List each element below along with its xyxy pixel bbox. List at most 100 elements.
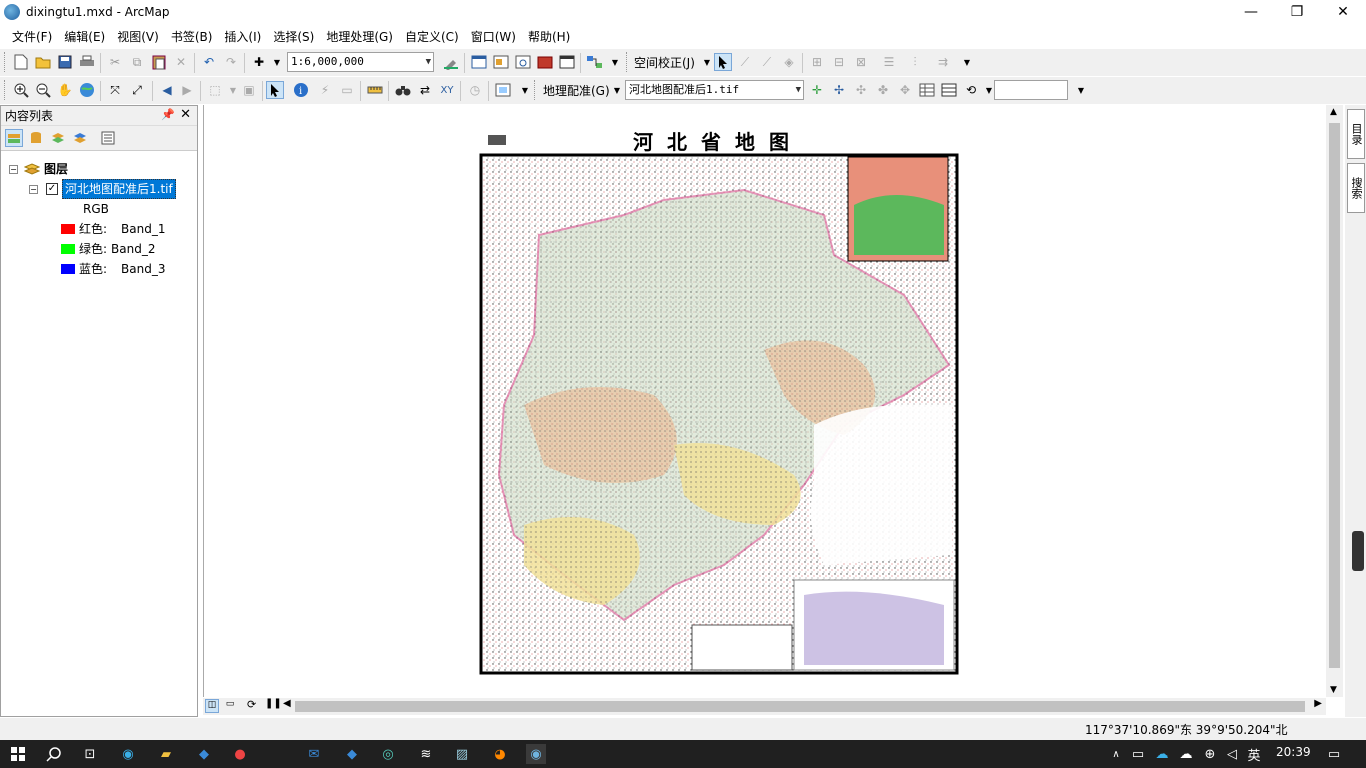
edge-browser-icon[interactable]: ◉ xyxy=(118,744,138,764)
menu-customize[interactable]: 自定义(C) xyxy=(399,27,465,47)
undo-icon[interactable]: ↶ xyxy=(200,53,218,71)
new-limited-adjustment-area-icon[interactable]: ⊟ xyxy=(830,53,848,71)
zoom-in-icon[interactable] xyxy=(12,81,30,99)
layer-visibility-checkbox[interactable]: ✓ xyxy=(46,183,58,195)
menu-view[interactable]: 视图(V) xyxy=(111,27,165,47)
pinned-app-2-icon[interactable]: ◆ xyxy=(342,744,362,764)
select-features-icon[interactable]: ⬚ xyxy=(206,81,224,99)
menu-help[interactable]: 帮助(H) xyxy=(522,27,576,47)
toolbar-grip[interactable] xyxy=(4,52,7,72)
task-view-icon[interactable]: ⊡ xyxy=(80,744,100,764)
arcmap-taskbar-icon[interactable]: ◉ xyxy=(526,744,546,764)
collapse-icon[interactable]: − xyxy=(9,164,18,174)
windows-start-icon[interactable] xyxy=(8,744,28,764)
print-icon[interactable] xyxy=(78,53,96,71)
view-link-table-icon[interactable]: ☰ xyxy=(880,53,898,71)
menu-bookmarks[interactable]: 书签(B) xyxy=(165,27,219,47)
spatial-adjustment-menu[interactable]: 空间校正(J) xyxy=(634,53,695,73)
taskbar-clock[interactable]: 20:39 xyxy=(1276,745,1311,759)
table-of-contents-icon[interactable] xyxy=(470,53,488,71)
modify-link-icon[interactable]: ⟋ xyxy=(758,53,776,71)
paste-icon[interactable] xyxy=(150,53,168,71)
menu-selection[interactable]: 选择(S) xyxy=(267,27,320,47)
new-identity-link-icon[interactable]: ⊞ xyxy=(808,53,826,71)
scroll-up-icon[interactable]: ▲ xyxy=(1330,107,1337,117)
file-explorer-icon[interactable]: ▰ xyxy=(156,744,176,764)
catalog-window-icon[interactable] xyxy=(492,53,510,71)
list-by-selection-icon[interactable] xyxy=(71,129,89,147)
select-elements-icon[interactable] xyxy=(714,53,732,71)
scale-icon[interactable]: ✤ xyxy=(874,81,892,99)
refresh-icon[interactable]: ⟳ xyxy=(247,698,256,711)
toolbar-overflow-icon[interactable]: ▼ xyxy=(516,81,534,99)
data-view-icon[interactable]: ◫ xyxy=(205,699,219,713)
cloud-sync-icon[interactable]: ☁ xyxy=(1152,744,1172,764)
shift-icon[interactable]: ✣ xyxy=(852,81,870,99)
globe-icon[interactable]: ⊕ xyxy=(1200,744,1220,764)
toolbar-overflow-icon[interactable]: ▼ xyxy=(1072,81,1090,99)
pin-icon[interactable]: 📌 xyxy=(161,108,175,121)
delete-icon[interactable]: ✕ xyxy=(172,53,190,71)
hyperlink-icon[interactable]: ⚡ xyxy=(316,81,334,99)
arctoolbox-icon[interactable] xyxy=(536,53,554,71)
redo-icon[interactable]: ↷ xyxy=(222,53,240,71)
modelbuilder-icon[interactable] xyxy=(586,53,604,71)
rotation-angle-input[interactable] xyxy=(994,80,1068,100)
auto-registration-icon[interactable]: ✥ xyxy=(896,81,914,99)
toolbar-overflow-icon[interactable]: ▼ xyxy=(958,53,976,71)
adjust-icon[interactable]: ⫶ xyxy=(906,53,924,71)
georeferencing-dropdown-icon[interactable]: ▼ xyxy=(608,81,626,99)
layers-node[interactable]: − 图层 xyxy=(9,159,68,179)
html-popup-icon[interactable]: ▭ xyxy=(338,81,356,99)
menu-insert[interactable]: 插入(I) xyxy=(218,27,267,47)
pinned-app-3-icon[interactable]: ◎ xyxy=(378,744,398,764)
volume-icon[interactable]: ◁ xyxy=(1222,744,1242,764)
list-by-visibility-icon[interactable] xyxy=(49,129,67,147)
clear-selected-features-icon[interactable]: ▣ xyxy=(240,81,258,99)
layer-name[interactable]: 河北地图配准后1.tif xyxy=(62,179,176,199)
scroll-right-icon[interactable]: ▶ xyxy=(1314,698,1322,709)
attribute-transfer-icon[interactable]: ⇉ xyxy=(934,53,952,71)
list-by-drawing-order-icon[interactable] xyxy=(5,129,23,147)
menu-file[interactable]: 文件(F) xyxy=(6,27,58,47)
collapse-icon[interactable]: − xyxy=(29,184,38,194)
search-icon[interactable] xyxy=(44,744,64,764)
go-to-xy-icon[interactable]: XY xyxy=(438,81,456,99)
rotate-icon[interactable]: ✛ xyxy=(808,81,826,99)
maximize-button[interactable]: ❐ xyxy=(1274,0,1320,24)
search-window-icon[interactable] xyxy=(514,53,532,71)
layer-item[interactable]: − ✓ 河北地图配准后1.tif xyxy=(29,179,176,199)
map-scale-combo[interactable]: 1:6,000,000 ▼ xyxy=(287,52,434,72)
time-slider-icon[interactable]: ◷ xyxy=(466,81,484,99)
menu-geoprocessing[interactable]: 地理处理(G) xyxy=(320,27,399,47)
list-by-source-icon[interactable] xyxy=(27,129,45,147)
measure-icon[interactable] xyxy=(366,81,384,99)
catalog-tab[interactable]: 目录 xyxy=(1347,109,1365,159)
save-icon[interactable] xyxy=(56,53,74,71)
editor-toolbar-icon[interactable] xyxy=(442,53,460,71)
new-document-icon[interactable] xyxy=(12,53,30,71)
add-control-points-icon[interactable]: ✢ xyxy=(830,81,848,99)
pause-drawing-icon[interactable]: ❚❚ xyxy=(265,698,282,709)
search-tab[interactable]: 搜索 xyxy=(1347,163,1365,213)
side-handle[interactable] xyxy=(1352,531,1364,571)
python-window-icon[interactable] xyxy=(558,53,576,71)
notification-icon[interactable]: ▭ xyxy=(1324,744,1344,764)
image-viewer-icon[interactable]: ▨ xyxy=(452,744,472,764)
go-forward-icon[interactable]: ▶ xyxy=(178,81,196,99)
table-view-icon[interactable] xyxy=(940,81,958,99)
copy-icon[interactable]: ⧉ xyxy=(128,53,146,71)
scroll-down-icon[interactable]: ▼ xyxy=(1330,685,1337,695)
zoom-out-icon[interactable] xyxy=(34,81,52,99)
stack-app-icon[interactable]: ≋ xyxy=(416,744,436,764)
menu-windows[interactable]: 窗口(W) xyxy=(465,27,522,47)
scroll-left-icon[interactable]: ◀ xyxy=(283,698,291,709)
menu-edit[interactable]: 编辑(E) xyxy=(58,27,111,47)
add-data-dropdown-icon[interactable]: ▼ xyxy=(268,53,286,71)
open-folder-icon[interactable] xyxy=(34,53,52,71)
show-hidden-icons-icon[interactable]: ∧ xyxy=(1106,744,1126,764)
options-icon[interactable] xyxy=(99,129,117,147)
go-back-icon[interactable]: ◀ xyxy=(158,81,176,99)
pan-icon[interactable]: ✋ xyxy=(56,81,74,99)
new-displacement-link-icon[interactable]: ⟋ xyxy=(736,53,754,71)
